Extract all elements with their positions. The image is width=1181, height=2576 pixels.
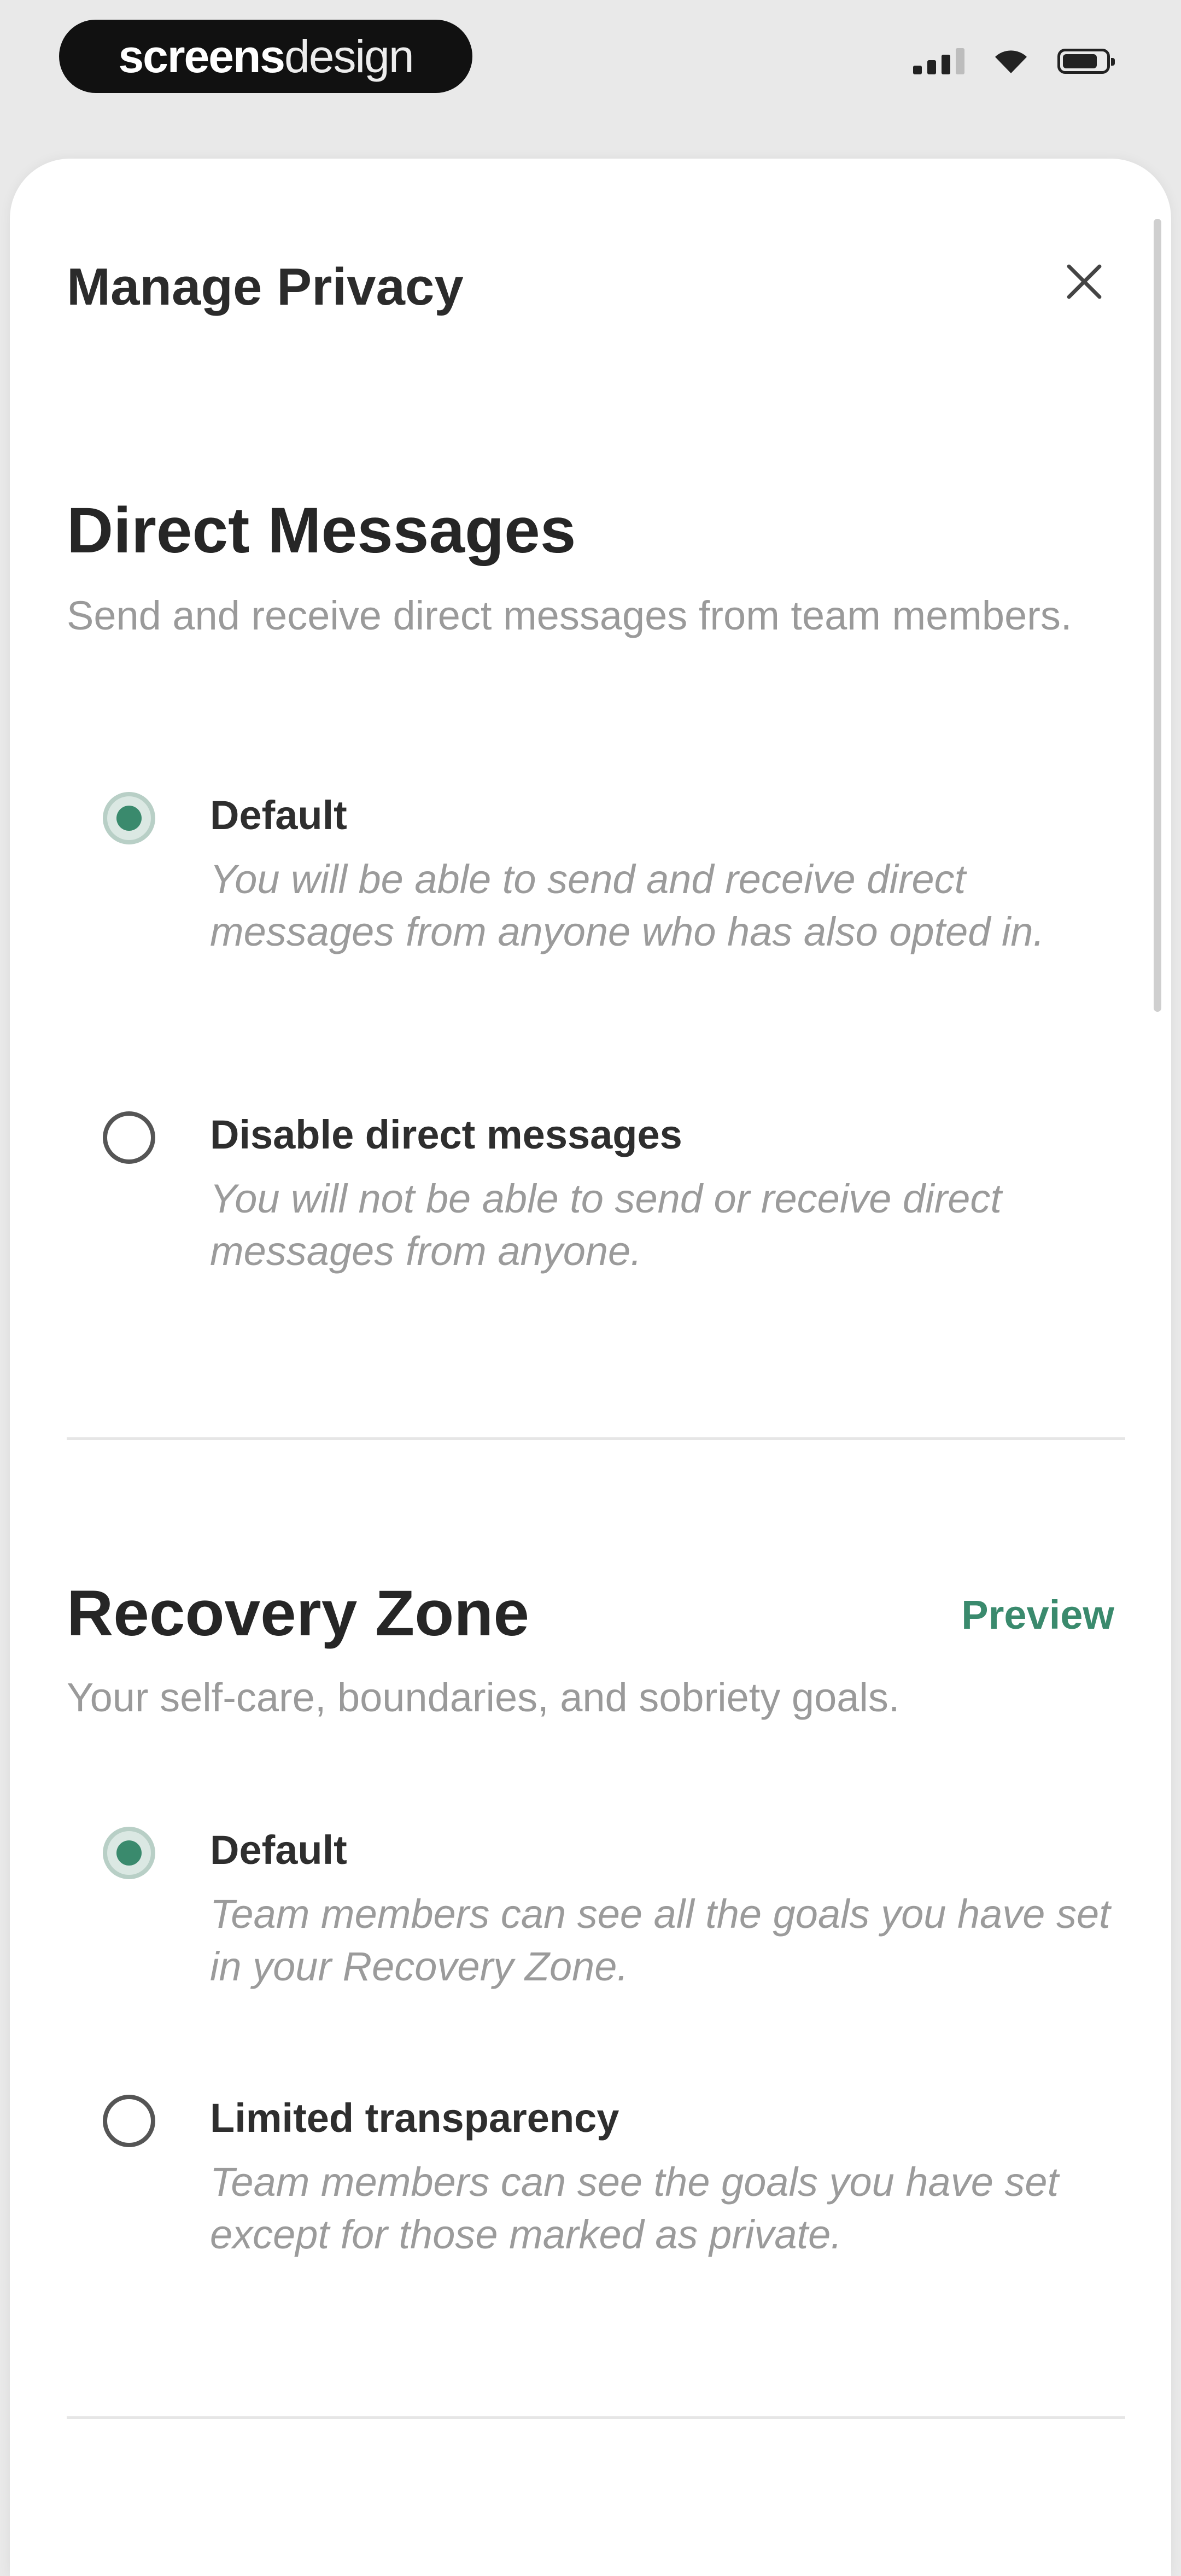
divider xyxy=(67,1437,1125,1440)
option-label: Disable direct messages xyxy=(210,1112,682,1157)
brand-bold-text: screens xyxy=(118,30,285,82)
wifi-icon xyxy=(995,50,1027,73)
option-description: You will be able to send and receive dir… xyxy=(210,856,1045,954)
option-label: Default xyxy=(210,1827,347,1873)
option-description: You will not be able to send or receive … xyxy=(210,1176,1002,1274)
option-dm-default[interactable]: Default You will be able to send and rec… xyxy=(67,792,1133,956)
radio-rz-limited[interactable] xyxy=(103,2095,155,2147)
close-button[interactable] xyxy=(1054,252,1114,312)
radio-dm-default[interactable] xyxy=(103,792,155,844)
section-subtitle-direct-messages: Send and receive direct messages from te… xyxy=(67,593,1072,638)
section-title-recovery-zone: Recovery Zone xyxy=(67,1577,529,1650)
radio-dm-disable[interactable] xyxy=(103,1111,155,1164)
option-description: Team members can see all the goals you h… xyxy=(210,1891,1110,1989)
screensdesign-logo: screens design xyxy=(59,20,472,93)
option-label: Limited transparency xyxy=(210,2095,619,2141)
preview-link[interactable]: Preview xyxy=(961,1592,1114,1638)
battery-icon xyxy=(1057,49,1115,74)
section-subtitle-recovery-zone: Your self-care, boundaries, and sobriety… xyxy=(67,1675,900,1720)
section-title-direct-messages: Direct Messages xyxy=(67,494,576,567)
scrollbar[interactable] xyxy=(1154,219,1161,1012)
option-dm-disable[interactable]: Disable direct messages You will not be … xyxy=(67,1111,1133,1274)
option-rz-default[interactable]: Default Team members can see all the goa… xyxy=(67,1827,1133,1991)
status-bar: screens design xyxy=(0,0,1181,153)
divider xyxy=(67,2416,1125,2419)
option-description: Team members can see the goals you have … xyxy=(210,2159,1059,2257)
brand-light-text: design xyxy=(284,30,414,82)
privacy-sheet: Manage Privacy Direct Messages Send and … xyxy=(10,159,1171,2576)
cellular-signal-icon xyxy=(913,48,964,74)
page-title: Manage Privacy xyxy=(67,258,464,316)
radio-rz-default[interactable] xyxy=(103,1827,155,1879)
status-icons xyxy=(913,48,1115,74)
option-label: Default xyxy=(210,792,347,838)
option-rz-limited[interactable]: Limited transparency Team members can se… xyxy=(67,2095,1133,2259)
